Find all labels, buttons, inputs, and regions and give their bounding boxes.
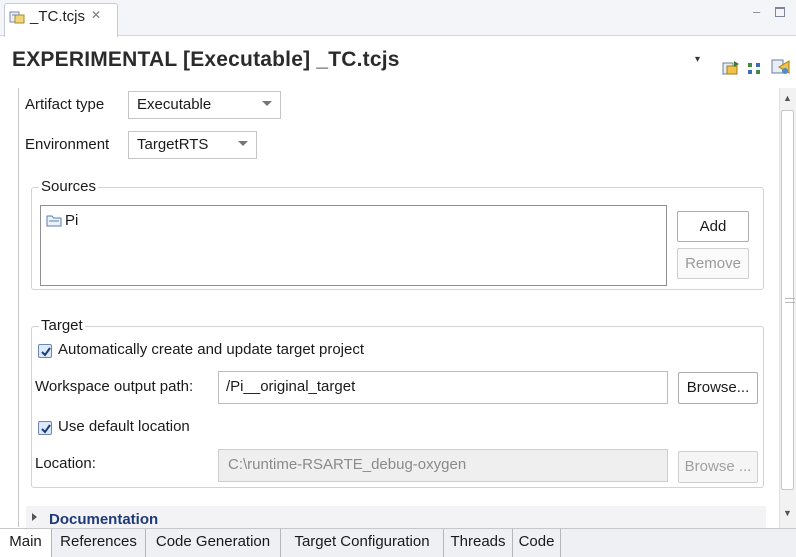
tab-target-configuration[interactable]: Target Configuration [281,529,444,557]
artifact-type-value: Executable [137,96,212,113]
tab-threads[interactable]: Threads [444,529,513,557]
tab-main[interactable]: Main [0,529,52,557]
scroll-grip-icon: — — [785,293,795,308]
scroll-up-icon[interactable]: ▲ [783,93,792,103]
build-icon[interactable] [771,58,791,76]
scroll-down-icon[interactable]: ▼ [783,508,792,518]
browse-location-button: Browse ... [678,451,758,483]
documentation-link[interactable]: Documentation [49,511,158,528]
close-icon[interactable]: ✕ [91,8,101,22]
checkmark-icon [41,424,51,434]
browse-button[interactable]: Browse... [678,372,758,404]
tab-code-generation[interactable]: Code Generation [146,529,281,557]
tab-references[interactable]: References [52,529,146,557]
editor-tab-label: _TC.tcjs [30,8,86,25]
tc-file-icon [9,11,25,24]
use-default-location-label[interactable]: Use default location [58,418,190,435]
expand-arrow-icon[interactable] [32,513,37,521]
auto-create-label[interactable]: Automatically create and update target p… [58,341,364,358]
location-value: C:\runtime-RSARTE_debug-oxygen [228,456,467,473]
minimize-icon[interactable]: – [753,4,760,19]
add-button[interactable]: Add [677,211,749,242]
view-menu-icon[interactable]: ▾ [695,54,700,65]
artifact-type-select[interactable]: Executable [128,91,281,119]
sources-title: Sources [39,178,99,195]
sources-list[interactable] [40,205,667,286]
auto-create-checkbox[interactable] [38,344,52,358]
chevron-down-icon [238,141,248,146]
tab-code[interactable]: Code [513,529,561,557]
chevron-down-icon [262,101,272,106]
workspace-output-value[interactable]: /Pi__original_target [226,378,355,395]
maximize-icon[interactable] [775,7,785,17]
target-title: Target [39,317,85,334]
workspace-output-label: Workspace output path: [35,378,194,395]
checkmark-icon [41,347,51,357]
page-title: EXPERIMENTAL [Executable] _TC.tcjs [12,48,400,71]
use-default-location-checkbox[interactable] [38,421,52,435]
environment-value: TargetRTS [137,136,209,153]
remove-button[interactable]: Remove [677,248,749,279]
grid-icon[interactable] [747,62,763,76]
artifact-type-label: Artifact type [25,96,105,113]
editor-tab-bar [0,0,796,36]
folder-icon [46,215,62,227]
export-icon[interactable] [722,60,740,76]
location-label: Location: [35,455,96,472]
environment-select[interactable]: TargetRTS [128,131,257,159]
environment-label: Environment [25,136,110,153]
list-item[interactable]: Pi [65,212,78,229]
